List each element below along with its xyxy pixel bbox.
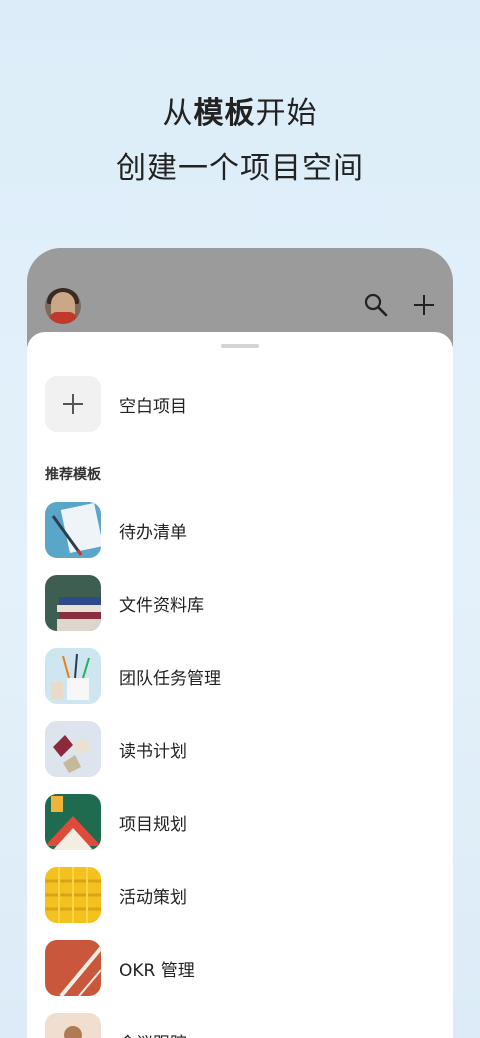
headline-prefix: 从 xyxy=(162,96,194,131)
template-label: 读书计划 xyxy=(119,741,187,762)
template-item[interactable]: 待办清单 xyxy=(45,502,435,558)
drag-handle[interactable] xyxy=(221,344,259,348)
book-stack-thumb xyxy=(45,575,101,631)
template-label: 文件资料库 xyxy=(119,595,204,616)
template-label: 会议跟踪 xyxy=(119,1029,187,1038)
template-label: 团队任务管理 xyxy=(119,668,221,689)
template-item[interactable]: 团队任务管理 xyxy=(45,648,435,704)
template-label: 项目规划 xyxy=(119,814,187,835)
template-item[interactable]: 活动策划 xyxy=(45,867,435,923)
template-item[interactable]: OKR 管理 xyxy=(45,940,435,996)
pen-notebook-thumb xyxy=(45,502,101,558)
yellow-pattern-thumb xyxy=(45,867,101,923)
pencil-cup-thumb xyxy=(45,648,101,704)
template-item[interactable]: 文件资料库 xyxy=(45,575,435,631)
open-books-thumb xyxy=(45,721,101,777)
template-item[interactable]: 会议跟踪 xyxy=(45,1013,435,1038)
template-sheet: 空白项目 推荐模板 待办清单 文件资料库 团队任务管理 读书计划 项目规划 活动… xyxy=(27,332,453,1038)
person-thumb xyxy=(45,1013,101,1038)
running-track-thumb xyxy=(45,940,101,996)
headline: 从模板开始 xyxy=(0,88,480,132)
template-item[interactable]: 读书计划 xyxy=(45,721,435,777)
plus-icon xyxy=(45,376,101,432)
search-icon[interactable] xyxy=(363,292,389,318)
headline-bold: 模板 xyxy=(193,96,256,131)
headline-suffix: 开始 xyxy=(255,96,318,131)
template-label: 待办清单 xyxy=(119,522,187,543)
template-label: OKR 管理 xyxy=(119,960,195,981)
roof-graphic-thumb xyxy=(45,794,101,850)
avatar[interactable] xyxy=(45,288,81,324)
avatar-dress xyxy=(49,312,77,324)
blank-project-label: 空白项目 xyxy=(119,396,187,417)
section-title: 推荐模板 xyxy=(45,467,101,483)
template-item[interactable]: 项目规划 xyxy=(45,794,435,850)
blank-project-item[interactable]: 空白项目 xyxy=(45,376,187,432)
subline: 创建一个项目空间 xyxy=(116,151,364,186)
phone-preview: 空白项目 推荐模板 待办清单 文件资料库 团队任务管理 读书计划 项目规划 活动… xyxy=(27,248,453,1038)
template-label: 活动策划 xyxy=(119,887,187,908)
add-icon[interactable] xyxy=(411,292,437,318)
